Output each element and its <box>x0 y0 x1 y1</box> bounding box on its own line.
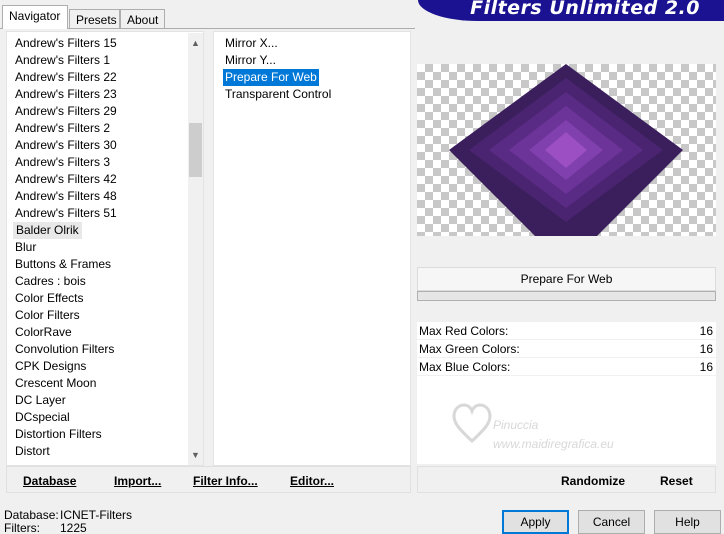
category-item[interactable]: Distortion Filters <box>15 426 102 443</box>
app-title: Filters Unlimited 2.0 <box>470 0 700 19</box>
category-item[interactable]: Balder Olrik <box>13 222 82 239</box>
app-banner: Filters Unlimited 2.0 <box>418 0 724 21</box>
filter-name-display: Prepare For Web <box>417 267 716 291</box>
scroll-thumb[interactable] <box>189 123 202 177</box>
status-database-label: Database: <box>4 508 59 522</box>
category-item[interactable]: Andrew's Filters 2 <box>15 120 110 137</box>
category-item[interactable]: Convolution Filters <box>15 341 114 358</box>
scroll-down-icon[interactable]: ▼ <box>188 447 203 463</box>
help-button[interactable]: Help <box>654 510 721 534</box>
filter-item[interactable]: Mirror X... <box>223 35 280 52</box>
category-item[interactable]: DC Layer <box>15 392 66 409</box>
param-max-red[interactable]: Max Red Colors: 16 <box>417 322 716 340</box>
heart-logo-icon <box>452 403 492 444</box>
category-item[interactable]: Andrew's Filters 1 <box>15 52 110 69</box>
param-label: Max Red Colors: <box>419 324 509 338</box>
param-label: Max Blue Colors: <box>419 360 511 374</box>
category-item[interactable]: Andrew's Filters 51 <box>15 205 117 222</box>
category-item[interactable]: DCspecial <box>15 409 70 426</box>
filter-item[interactable]: Mirror Y... <box>223 52 278 69</box>
category-item[interactable]: Distort <box>15 443 50 460</box>
category-item[interactable]: Cadres : bois <box>15 273 86 290</box>
category-item[interactable]: Andrew's Filters 48 <box>15 188 117 205</box>
editor-button[interactable]: Editor... <box>290 474 334 488</box>
status-filters: Filters: 1225 <box>4 521 87 534</box>
param-max-green[interactable]: Max Green Colors: 16 <box>417 340 716 358</box>
category-item[interactable]: Andrew's Filters 30 <box>15 137 117 154</box>
status-filters-value: 1225 <box>60 521 87 534</box>
param-value[interactable]: 16 <box>700 322 713 340</box>
param-max-blue[interactable]: Max Blue Colors: 16 <box>417 358 716 376</box>
watermark: Pinuccia www.maidiregrafica.eu <box>445 393 665 455</box>
category-item[interactable]: Color Filters <box>15 307 80 324</box>
category-item[interactable]: Andrew's Filters 23 <box>15 86 117 103</box>
filter-item[interactable]: Transparent Control <box>223 86 333 103</box>
category-item[interactable]: Andrew's Filters 42 <box>15 171 117 188</box>
scroll-up-icon[interactable]: ▲ <box>188 35 203 51</box>
filter-item[interactable]: Prepare For Web <box>223 69 319 86</box>
watermark-name: Pinuccia <box>493 418 539 432</box>
apply-button[interactable]: Apply <box>502 510 569 534</box>
category-item[interactable]: Buttons & Frames <box>15 256 111 273</box>
param-label: Max Green Colors: <box>419 342 520 356</box>
category-item[interactable]: CPK Designs <box>15 358 86 375</box>
category-item[interactable]: Andrew's Filters 15 <box>15 35 117 52</box>
tab-navigator[interactable]: Navigator <box>2 5 68 29</box>
param-value[interactable]: 16 <box>700 358 713 376</box>
status-database-value: ICNET-Filters <box>60 508 132 522</box>
category-item[interactable]: Color Effects <box>15 290 83 307</box>
preview-diamond-image <box>449 64 683 236</box>
status-database: Database: ICNET-Filters <box>4 508 132 522</box>
param-value[interactable]: 16 <box>700 340 713 358</box>
category-item[interactable]: Crescent Moon <box>15 375 96 392</box>
progress-bar <box>417 291 716 301</box>
preview-canvas <box>417 64 716 236</box>
category-item[interactable]: Andrew's Filters 29 <box>15 103 117 120</box>
randomize-button[interactable]: Randomize <box>561 474 625 488</box>
import-button[interactable]: Import... <box>114 474 161 488</box>
category-item[interactable]: Andrew's Filters 22 <box>15 69 117 86</box>
reset-button[interactable]: Reset <box>660 474 693 488</box>
cancel-button[interactable]: Cancel <box>578 510 645 534</box>
tab-presets[interactable]: Presets <box>69 9 120 28</box>
filter-list[interactable]: Mirror X... Mirror Y... Prepare For Web Tra… <box>213 31 411 466</box>
category-scrollbar[interactable]: ▲ ▼ <box>188 33 203 465</box>
category-item[interactable]: ColorRave <box>15 324 72 341</box>
category-item[interactable]: Andrew's Filters 3 <box>15 154 110 171</box>
category-item[interactable]: Blur <box>15 239 36 256</box>
watermark-url: www.maidiregrafica.eu <box>493 437 614 451</box>
database-button[interactable]: Database <box>23 474 76 488</box>
tab-about[interactable]: About <box>120 9 165 28</box>
tab-strip: Navigator Presets About <box>0 0 420 29</box>
filter-info-button[interactable]: Filter Info... <box>193 474 258 488</box>
category-list[interactable]: Andrew's Filters 15 Andrew's Filters 1 And… <box>6 31 204 466</box>
status-filters-label: Filters: <box>4 521 40 534</box>
